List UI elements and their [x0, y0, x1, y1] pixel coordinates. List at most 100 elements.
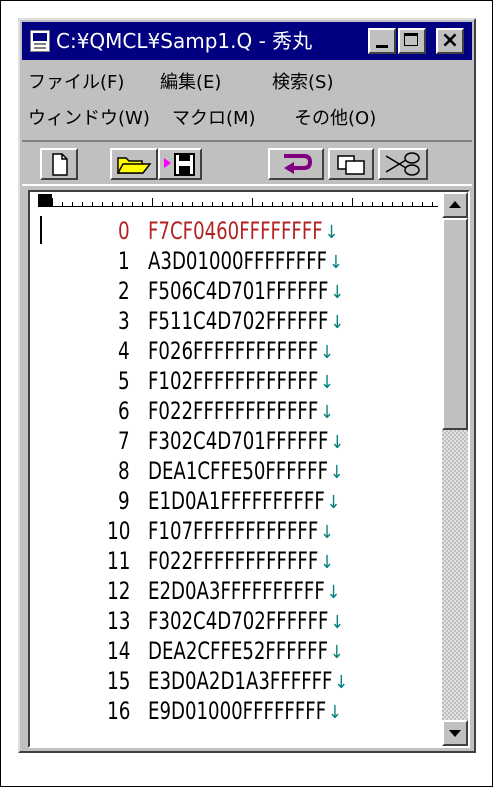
ruler-tick	[302, 202, 303, 207]
line-number: 12	[106, 577, 130, 605]
editor-line[interactable]: 1 A3D01000FFFFFFFF ↓	[30, 248, 440, 274]
minimize-button[interactable]	[368, 28, 396, 54]
return-mark-icon: ↓	[324, 222, 339, 243]
ruler-tick	[122, 202, 123, 207]
editor-line[interactable]: 7 F302C4D701FFFFFF ↓	[30, 428, 440, 454]
ruler-tick	[252, 198, 253, 207]
save-button[interactable]	[158, 148, 202, 180]
close-button[interactable]: ×	[436, 28, 464, 54]
ruler-tick	[232, 202, 233, 207]
line-text: F107FFFFFFFFFFFF	[148, 517, 319, 545]
line-text: E9D01000FFFFFFFF	[148, 697, 327, 725]
title-bar[interactable]: C:¥QMCL¥Samp1.Q - 秀丸 ×	[22, 22, 472, 60]
menu-search[interactable]: 検索(S)	[272, 68, 333, 94]
ruler-tick	[332, 202, 333, 207]
editor-line[interactable]: 10 F107FFFFFFFFFFFF ↓	[30, 518, 440, 544]
ruler-tick	[242, 202, 243, 207]
app-icon[interactable]	[30, 30, 50, 52]
ruler-tick	[422, 202, 423, 207]
ruler-tick	[282, 202, 283, 207]
return-mark-icon: ↓	[320, 522, 334, 543]
return-mark-icon: ↓	[330, 432, 345, 453]
ruler-tick	[352, 198, 353, 207]
copy-icon	[337, 155, 365, 175]
return-mark-icon: ↓	[329, 252, 343, 273]
cut-button[interactable]	[378, 148, 428, 180]
return-mark-icon: ↓	[326, 492, 341, 513]
undo-icon	[284, 154, 313, 174]
menu-edit[interactable]: 編集(E)	[160, 68, 221, 94]
line-number: 7	[118, 427, 130, 455]
line-number: 8	[118, 457, 130, 485]
undo-button[interactable]	[268, 148, 324, 180]
ruler-tick	[342, 202, 343, 207]
line-text: E2D0A3FFFFFFFFFF	[148, 577, 325, 605]
line-number: 3	[118, 307, 130, 335]
editor-line[interactable]: 3 F511C4D702FFFFFF ↓	[30, 308, 440, 334]
close-icon: ×	[440, 28, 460, 53]
line-number: 1	[118, 247, 130, 275]
editor-line[interactable]: 12 E2D0A3FFFFFFFFFF ↓	[30, 578, 440, 604]
ruler-tick	[112, 202, 113, 207]
line-number: 2	[118, 277, 130, 305]
return-mark-icon: ↓	[330, 312, 345, 333]
maximize-button[interactable]	[398, 28, 426, 54]
new-file-button[interactable]	[40, 148, 78, 180]
editor-line[interactable]: 15 E3D0A2D1A3FFFFFF ↓	[30, 668, 440, 694]
scroll-up-button[interactable]	[442, 192, 468, 218]
editor-line[interactable]: 2 F506C4D701FFFFFF ↓	[30, 278, 440, 304]
line-text: F026FFFFFFFFFFFF	[148, 337, 319, 365]
menu-file[interactable]: ファイル(F)	[28, 68, 124, 94]
line-number: 14	[106, 637, 130, 665]
open-button[interactable]	[110, 148, 158, 180]
ruler-tick	[312, 202, 313, 207]
ruler-tick	[212, 202, 213, 207]
editor-line[interactable]: 5 F102FFFFFFFFFFFF ↓	[30, 368, 440, 394]
up-arrow-icon	[449, 201, 461, 208]
scroll-down-button[interactable]	[442, 720, 468, 746]
open-folder-icon	[116, 157, 152, 174]
vertical-scrollbar[interactable]	[442, 192, 468, 746]
editor-line[interactable]: 13 F302C4D702FFFFFF ↓	[30, 608, 440, 634]
return-mark-icon: ↓	[326, 582, 341, 603]
ruler-tick	[172, 202, 173, 207]
line-number: 15	[106, 667, 130, 695]
ruler-tick	[272, 202, 273, 207]
line-number: 6	[118, 397, 130, 425]
editor-line[interactable]: 0 F7CF0460FFFFFFFF ↓	[30, 218, 440, 244]
ruler-tick	[162, 202, 163, 207]
ruler-tick	[82, 202, 83, 207]
editor-line[interactable]: 4 F026FFFFFFFFFFFF ↓	[30, 338, 440, 364]
editor-line[interactable]: 14 DEA2CFFE52FFFFFF ↓	[30, 638, 440, 664]
line-text: E1D0A1FFFFFFFFFF	[148, 487, 325, 515]
editor-line[interactable]: 6 F022FFFFFFFFFFFF ↓	[30, 398, 440, 424]
line-number: 11	[106, 547, 130, 575]
menu-window[interactable]: ウィンドウ(W)	[28, 104, 150, 130]
ruler-tick	[262, 202, 263, 207]
line-number: 13	[106, 607, 130, 635]
line-number: 4	[118, 337, 130, 365]
menu-macro[interactable]: マクロ(M)	[172, 104, 256, 130]
ruler-tick	[322, 202, 323, 207]
menu-bar-row-2: ウィンドウ(W) マクロ(M) その他(O)	[22, 98, 472, 134]
scroll-thumb[interactable]	[442, 218, 468, 430]
ruler-tick	[402, 202, 403, 207]
editor-line[interactable]: 9 E1D0A1FFFFFFFFFF ↓	[30, 488, 440, 514]
line-number: 16	[106, 697, 130, 725]
return-mark-icon: ↓	[330, 282, 345, 303]
ruler-cursor-marker	[38, 194, 52, 206]
ruler-tick	[292, 202, 293, 207]
ruler-tick	[192, 202, 193, 207]
copy-button[interactable]	[328, 148, 374, 180]
editor-line[interactable]: 16 E9D01000FFFFFFFF ↓	[30, 698, 440, 724]
line-number: 5	[118, 367, 130, 395]
ruler-tick	[362, 202, 363, 207]
menu-other[interactable]: その他(O)	[294, 104, 376, 130]
editor-line[interactable]: 11 F022FFFFFFFFFFFF ↓	[30, 548, 440, 574]
line-text: F511C4D702FFFFFF	[148, 307, 329, 335]
return-mark-icon: ↓	[320, 372, 334, 393]
return-mark-icon: ↓	[320, 552, 334, 573]
ruler-tick	[152, 198, 153, 207]
text-editor[interactable]: 0 F7CF0460FFFFFFFF ↓ 1 A3D01000FFFFFFFF ↓ 2 F50…	[28, 190, 470, 748]
editor-line[interactable]: 8 DEA1CFFE50FFFFFF ↓	[30, 458, 440, 484]
